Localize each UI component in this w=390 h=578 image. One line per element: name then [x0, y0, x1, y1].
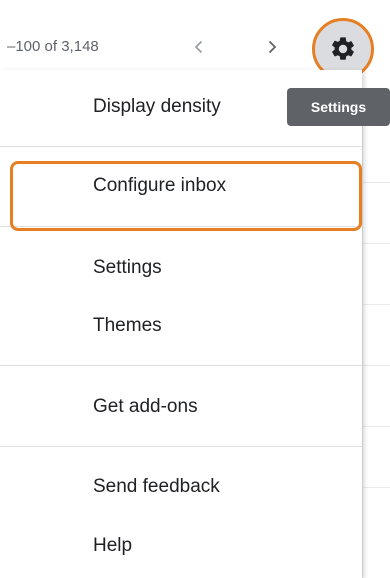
list-row-divider [362, 426, 390, 427]
menu-item-settings[interactable]: Settings [0, 243, 362, 293]
list-row-divider [362, 304, 390, 305]
chevron-right-icon [268, 40, 277, 54]
settings-menu: Display density Configure inbox Settings… [0, 70, 362, 578]
menu-divider [0, 365, 362, 366]
menu-item-help[interactable]: Help [0, 521, 362, 571]
menu-item-get-add-ons[interactable]: Get add-ons [0, 382, 362, 432]
gmail-settings-screen: –100 of 3,148 Display density Configure … [0, 0, 390, 578]
chevron-left-icon [194, 40, 203, 54]
gear-icon [332, 37, 354, 60]
pagination-range: –100 of 3,148 [7, 38, 99, 55]
menu-divider [0, 146, 362, 147]
menu-item-themes[interactable]: Themes [0, 301, 362, 351]
menu-divider [0, 226, 362, 227]
older-page-button[interactable] [184, 32, 214, 62]
menu-divider [0, 446, 362, 447]
list-row-divider [362, 182, 390, 183]
list-row-divider [362, 243, 390, 244]
menu-item-configure-inbox[interactable]: Configure inbox [0, 161, 362, 211]
menu-item-send-feedback[interactable]: Send feedback [0, 462, 362, 512]
newer-page-button[interactable] [257, 32, 287, 62]
settings-tooltip: Settings [287, 88, 390, 126]
list-row-divider [362, 487, 390, 488]
message-list-edge [362, 118, 390, 578]
list-row-divider [362, 365, 390, 366]
